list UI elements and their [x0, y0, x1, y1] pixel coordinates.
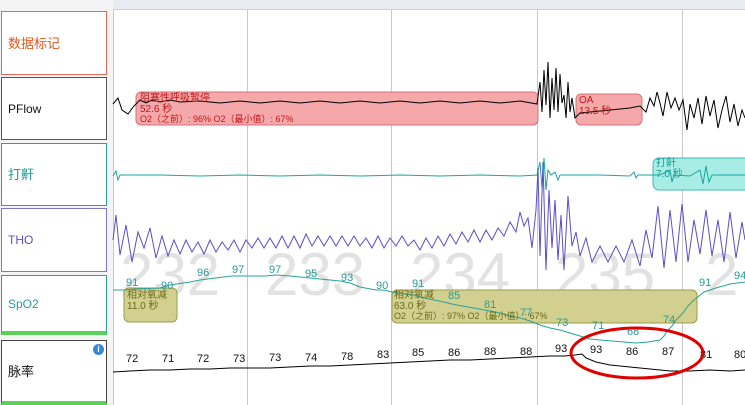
psg-viewer: 数据标记 PFlow 打鼾 THO SpO2 脉率 i 232 233 234 …: [0, 0, 745, 405]
highlight-annotation: [569, 326, 705, 380]
highlight-circle: [569, 326, 705, 380]
